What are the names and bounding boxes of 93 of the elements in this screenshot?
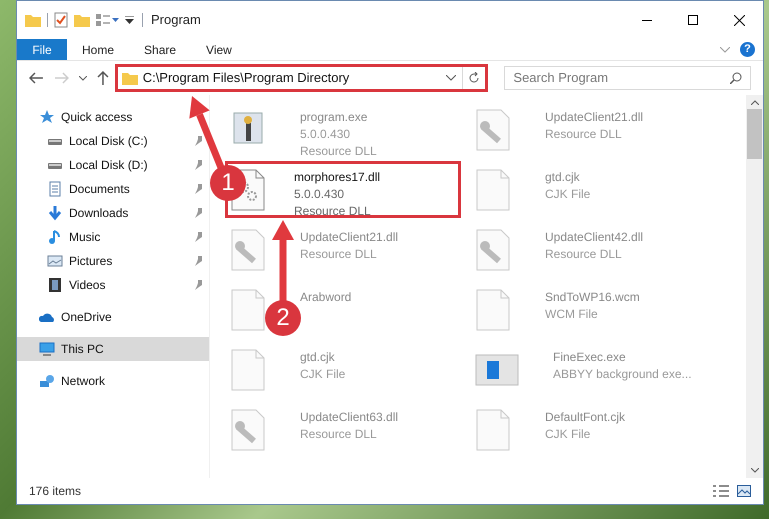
file-detail: Resource DLL bbox=[300, 246, 378, 263]
new-folder-icon[interactable] bbox=[74, 13, 90, 27]
pin-icon[interactable] bbox=[194, 136, 203, 146]
file-name[interactable]: FineExec.exe bbox=[553, 349, 692, 366]
customize-caret-icon[interactable] bbox=[125, 16, 134, 24]
file-name[interactable]: morphores17.dll bbox=[294, 169, 380, 186]
file-name[interactable]: gtd.cjk bbox=[300, 349, 346, 366]
file-name[interactable]: UpdateClient63.dll bbox=[300, 409, 398, 426]
nav-item[interactable]: Documents bbox=[17, 177, 209, 201]
picture-icon bbox=[47, 253, 63, 269]
document-icon bbox=[47, 181, 63, 197]
file-detail: Resource DLL bbox=[294, 203, 372, 220]
wrench-file-icon[interactable] bbox=[475, 109, 511, 151]
file-detail: Resource DLL bbox=[300, 426, 378, 443]
nav-item[interactable]: Videos bbox=[17, 273, 209, 297]
file-detail: CJK File bbox=[300, 366, 346, 383]
blank-file-icon[interactable] bbox=[475, 409, 511, 451]
pin-icon[interactable] bbox=[194, 184, 203, 194]
file-detail: ABBYY background exe... bbox=[553, 366, 692, 383]
address-bar[interactable]: C:\Program Files\Program Directory bbox=[114, 64, 488, 92]
file-detail: Resource DLL bbox=[545, 246, 623, 263]
file-detail: 5.0.0.430 bbox=[294, 186, 346, 203]
nav-item[interactable]: Local Disk (C:) bbox=[17, 129, 209, 153]
forward-arrow-icon[interactable] bbox=[54, 72, 69, 84]
blank-file-icon[interactable] bbox=[230, 349, 266, 391]
file-name[interactable]: gtd.cjk bbox=[545, 169, 590, 186]
back-arrow-icon[interactable] bbox=[29, 72, 43, 84]
wrench-file-icon[interactable] bbox=[230, 409, 266, 451]
file-name[interactable]: UpdateClient42.dll bbox=[545, 229, 644, 246]
expand-ribbon-icon[interactable] bbox=[720, 46, 730, 52]
pin-icon[interactable] bbox=[194, 232, 203, 242]
folder-icon bbox=[122, 71, 138, 85]
blank-file-icon[interactable] bbox=[230, 289, 266, 331]
file-detail: CJK File bbox=[545, 186, 590, 203]
file-name[interactable]: program.exe bbox=[300, 109, 377, 126]
down-arrow-icon bbox=[47, 205, 63, 221]
refresh-icon[interactable] bbox=[468, 72, 480, 84]
nav-item[interactable]: Music bbox=[17, 225, 209, 249]
nav-item[interactable]: Quick access bbox=[17, 105, 209, 129]
scroll-up-icon[interactable] bbox=[750, 100, 758, 105]
pin-icon[interactable] bbox=[194, 280, 203, 290]
file-detail: 5.0.0.430 bbox=[300, 126, 352, 143]
star-icon bbox=[39, 109, 55, 125]
list-view-icon[interactable] bbox=[96, 13, 110, 27]
search-icon bbox=[730, 72, 742, 84]
scroll-thumb[interactable] bbox=[747, 109, 762, 159]
nav-item[interactable]: Network bbox=[17, 369, 209, 393]
file-detail: Resource DLL bbox=[545, 126, 623, 143]
wrench-file-icon[interactable] bbox=[230, 229, 266, 271]
properties-icon[interactable] bbox=[54, 12, 68, 28]
details-view-icon[interactable] bbox=[713, 485, 729, 497]
pin-icon[interactable] bbox=[194, 256, 203, 266]
ribbon-tab[interactable]: Share bbox=[129, 39, 192, 60]
caret-icon[interactable] bbox=[112, 18, 119, 22]
search-input[interactable]: Search Program bbox=[513, 68, 730, 88]
file-name[interactable]: UpdateClient21.dll bbox=[545, 109, 644, 126]
item-count: 176 items bbox=[29, 483, 82, 500]
close-icon[interactable] bbox=[734, 14, 745, 26]
help-button[interactable]: ? bbox=[740, 42, 755, 57]
nav-item[interactable]: Local Disk (D:) bbox=[17, 153, 209, 177]
pin-icon[interactable] bbox=[194, 208, 203, 218]
film-icon bbox=[47, 277, 63, 293]
monitor-icon bbox=[39, 341, 55, 357]
file-detail: Resource DLL bbox=[300, 143, 377, 160]
folder-icon[interactable] bbox=[25, 13, 41, 27]
nav-item[interactable]: OneDrive bbox=[17, 305, 209, 329]
up-arrow-icon[interactable] bbox=[96, 71, 109, 85]
nav-item[interactable]: This PC bbox=[17, 337, 209, 361]
file-name[interactable]: Arabword bbox=[300, 289, 352, 306]
scrollbar[interactable] bbox=[746, 95, 763, 478]
network-icon bbox=[39, 373, 55, 389]
ribbon-tab[interactable]: File bbox=[17, 39, 67, 60]
blank-file-icon[interactable] bbox=[475, 289, 511, 331]
file-name[interactable]: SndToWP16.wcm bbox=[545, 289, 640, 306]
file-detail: WCM File bbox=[545, 306, 599, 323]
pin-icon[interactable] bbox=[194, 160, 203, 170]
address-path: C:\Program Files\Program Directory bbox=[142, 69, 350, 88]
file-detail: CJK File bbox=[545, 426, 592, 443]
ribbon-tab[interactable]: Home bbox=[67, 39, 130, 60]
music-note-icon bbox=[47, 229, 63, 245]
search-field[interactable]: Search Program bbox=[504, 66, 751, 90]
recent-caret-icon[interactable] bbox=[78, 76, 87, 80]
ribbon-tab[interactable]: View bbox=[191, 39, 247, 60]
dropdown-caret-icon[interactable] bbox=[446, 75, 456, 81]
window-title: Program bbox=[151, 11, 201, 30]
nav-item[interactable]: Pictures bbox=[17, 249, 209, 273]
tiles-view-icon[interactable] bbox=[737, 485, 751, 497]
scroll-down-icon[interactable] bbox=[750, 468, 758, 473]
wrench-file-icon[interactable] bbox=[475, 229, 511, 271]
blank-file-icon[interactable] bbox=[475, 169, 511, 211]
file-name[interactable]: DefaultFont.cjk bbox=[545, 409, 626, 426]
nav-item[interactable]: Downloads bbox=[17, 201, 209, 225]
file-name[interactable]: UpdateClient21.dll bbox=[300, 229, 398, 246]
